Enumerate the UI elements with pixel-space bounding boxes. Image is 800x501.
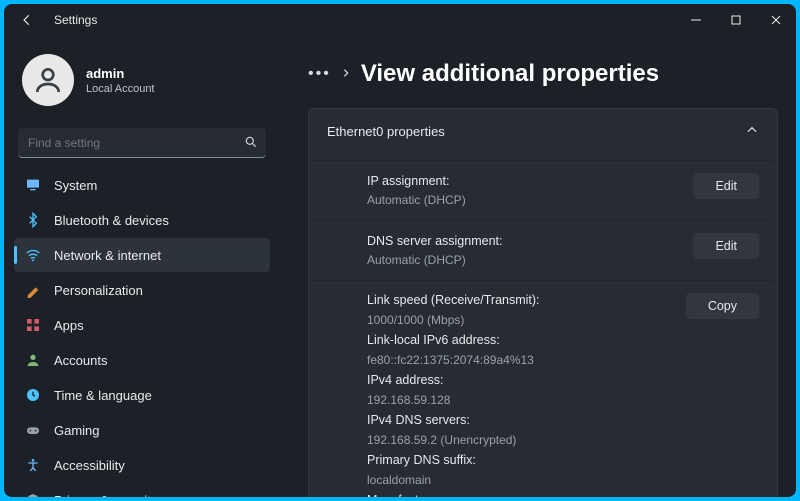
sidebar-item-label: Network & internet — [54, 248, 161, 263]
account-block[interactable]: admin Local Account — [14, 36, 270, 124]
system-icon — [24, 176, 42, 194]
breadcrumb-more-icon[interactable]: ••• — [308, 65, 331, 83]
sidebar-item-personalization[interactable]: Personalization — [14, 273, 270, 307]
back-button[interactable] — [18, 11, 36, 29]
sidebar-item-network[interactable]: Network & internet — [14, 238, 270, 272]
sidebar-item-label: Time & language — [54, 388, 152, 403]
properties-card: Ethernet0 properties IP assignment:Autom… — [308, 108, 778, 497]
avatar — [22, 54, 74, 106]
chevron-right-icon — [341, 65, 351, 83]
property-label: Link-local IPv6 address: — [367, 331, 670, 350]
property-label: Link speed (Receive/Transmit): — [367, 291, 670, 310]
sidebar-item-gaming[interactable]: Gaming — [14, 413, 270, 447]
property-label: IPv4 DNS servers: — [367, 411, 670, 430]
personalization-icon — [24, 281, 42, 299]
sidebar: admin Local Account System Bluetooth & de… — [4, 36, 280, 497]
network-icon — [24, 246, 42, 264]
card-header-title: Ethernet0 properties — [327, 124, 445, 139]
edit-button[interactable]: Edit — [693, 233, 759, 259]
sidebar-item-time[interactable]: Time & language — [14, 378, 270, 412]
property-value: fe80::fc22:1375:2074:89a4%13 — [367, 351, 670, 370]
property-value: 192.168.59.2 (Unencrypted) — [367, 431, 670, 450]
content-area: ••• View additional properties Ethernet0… — [280, 36, 796, 497]
search-icon — [244, 135, 258, 154]
sidebar-item-label: Accessibility — [54, 458, 125, 473]
sidebar-item-label: Accounts — [54, 353, 107, 368]
sidebar-item-label: System — [54, 178, 97, 193]
sidebar-item-system[interactable]: System — [14, 168, 270, 202]
minimize-button[interactable] — [676, 4, 716, 36]
sidebar-item-apps[interactable]: Apps — [14, 308, 270, 342]
property-value: Automatic (DHCP) — [367, 191, 677, 210]
sidebar-item-privacy[interactable]: Privacy & security — [14, 483, 270, 497]
property-value: Automatic (DHCP) — [367, 251, 677, 270]
sidebar-item-label: Apps — [54, 318, 84, 333]
property-label: DNS server assignment: — [367, 231, 677, 251]
titlebar: Settings — [4, 4, 796, 36]
property-label: Manufacturer: — [367, 491, 670, 497]
privacy-icon — [24, 491, 42, 497]
property-label: Primary DNS suffix: — [367, 451, 670, 470]
property-label: IP assignment: — [367, 171, 677, 191]
gaming-icon — [24, 421, 42, 439]
account-type: Local Account — [86, 83, 155, 95]
property-value: localdomain — [367, 471, 670, 490]
edit-button[interactable]: Edit — [693, 173, 759, 199]
sidebar-item-label: Privacy & security — [54, 493, 157, 498]
bluetooth-icon — [24, 211, 42, 229]
sidebar-item-accessibility[interactable]: Accessibility — [14, 448, 270, 482]
accessibility-icon — [24, 456, 42, 474]
property-label: IPv4 address: — [367, 371, 670, 390]
apps-icon — [24, 316, 42, 334]
sidebar-item-label: Personalization — [54, 283, 143, 298]
search-input[interactable] — [18, 128, 266, 158]
maximize-button[interactable] — [716, 4, 756, 36]
settings-window: Settings admin Local Account — [4, 4, 796, 497]
window-title: Settings — [54, 13, 97, 27]
account-name: admin — [86, 66, 155, 81]
sidebar-item-accounts[interactable]: Accounts — [14, 343, 270, 377]
copy-button[interactable]: Copy — [686, 293, 759, 319]
close-button[interactable] — [756, 4, 796, 36]
sidebar-item-label: Bluetooth & devices — [54, 213, 169, 228]
accounts-icon — [24, 351, 42, 369]
nav-list: System Bluetooth & devices Network & inter… — [14, 168, 270, 497]
sidebar-item-label: Gaming — [54, 423, 100, 438]
card-header[interactable]: Ethernet0 properties — [309, 109, 777, 154]
sidebar-item-bluetooth[interactable]: Bluetooth & devices — [14, 203, 270, 237]
property-value: 192.168.59.128 — [367, 391, 670, 410]
breadcrumb: ••• View additional properties — [308, 44, 778, 108]
page-title: View additional properties — [361, 60, 659, 88]
property-row: IP assignment:Automatic (DHCP) Edit — [313, 160, 773, 220]
chevron-up-icon — [745, 123, 759, 140]
time-icon — [24, 386, 42, 404]
property-row: DNS server assignment:Automatic (DHCP) Ed… — [313, 220, 773, 280]
property-value: 1000/1000 (Mbps) — [367, 311, 670, 330]
property-details-row: Link speed (Receive/Transmit):1000/1000 … — [313, 280, 773, 497]
